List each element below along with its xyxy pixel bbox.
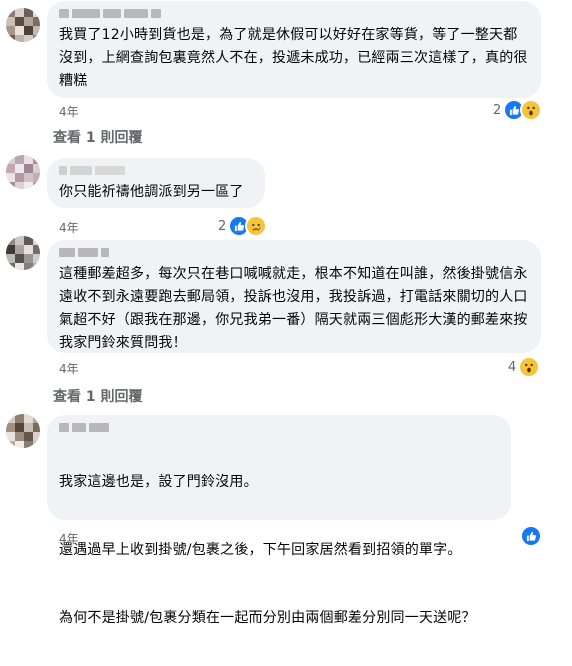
comment-text: 這種郵差超多，每次只在巷口喊喊就走，根本不知道在叫誰，然後掛號信永遠收不到永遠要…	[59, 266, 528, 351]
view-replies-link[interactable]: 查看 1 則回覆	[53, 127, 143, 147]
reaction-summary[interactable]	[520, 525, 542, 547]
comment-paragraph: 還遇過早上收到掛號/包裹之後，下午回家居然看到招領的單字。	[59, 542, 462, 558]
wow-icon	[520, 99, 543, 121]
comment-timestamp[interactable]: 4年	[59, 103, 79, 120]
reaction-summary[interactable]: 2	[493, 99, 543, 121]
reaction-count: 2	[218, 218, 227, 234]
comment-bubble: 我家這邊也是，設了門鈴沒用。 還遇過早上收到掛號/包裹之後，下午回家居然看到招領…	[47, 415, 511, 626]
avatar[interactable]	[6, 155, 40, 189]
comment-text: 我家這邊也是，設了門鈴沒用。 還遇過早上收到掛號/包裹之後，下午回家居然看到招領…	[59, 435, 499, 666]
comment-paragraph: 為何不是掛號/包裹分類在一起而分別由兩個郵差分別同一天送呢？	[59, 610, 476, 626]
comment-paragraph: 我家這邊也是，設了門鈴沒用。	[59, 474, 258, 490]
comment-timestamp[interactable]: 4年	[59, 360, 79, 377]
wow-icon	[518, 356, 541, 378]
reaction-summary[interactable]: 4	[508, 356, 541, 378]
comment-text: 我買了12小時到貨也是，為了就是休假可以好好在家等貨，等了一整天都沒到，上網查詢…	[59, 27, 528, 89]
reaction-count: 4	[508, 359, 517, 375]
reaction-count: 2	[493, 102, 502, 118]
sad-icon	[245, 215, 268, 237]
avatar[interactable]	[6, 414, 40, 448]
comment-timestamp[interactable]: 4年	[59, 219, 79, 236]
reaction-summary[interactable]: 2	[218, 215, 268, 237]
commenter-name-blurred[interactable]	[59, 9, 529, 18]
avatar[interactable]	[6, 8, 40, 42]
comment-bubble: 我買了12小時到貨也是，為了就是休假可以好好在家等貨，等了一整天都沒到，上網查詢…	[47, 1, 541, 98]
commenter-name-blurred[interactable]	[59, 166, 253, 175]
comment-timestamp[interactable]: 4年	[59, 530, 79, 547]
commenter-name-blurred[interactable]	[59, 423, 499, 432]
comment-bubble: 你只能祈禱他調派到另一區了	[47, 158, 265, 208]
comment-text: 你只能祈禱他調派到另一區了	[59, 184, 244, 200]
view-replies-link[interactable]: 查看 1 則回覆	[53, 386, 143, 406]
like-icon	[520, 525, 542, 547]
comment-bubble: 這種郵差超多，每次只在巷口喊喊就走，根本不知道在叫誰，然後掛號信永遠收不到永遠要…	[47, 240, 541, 353]
commenter-name-blurred[interactable]	[59, 248, 529, 257]
avatar[interactable]	[6, 236, 40, 270]
